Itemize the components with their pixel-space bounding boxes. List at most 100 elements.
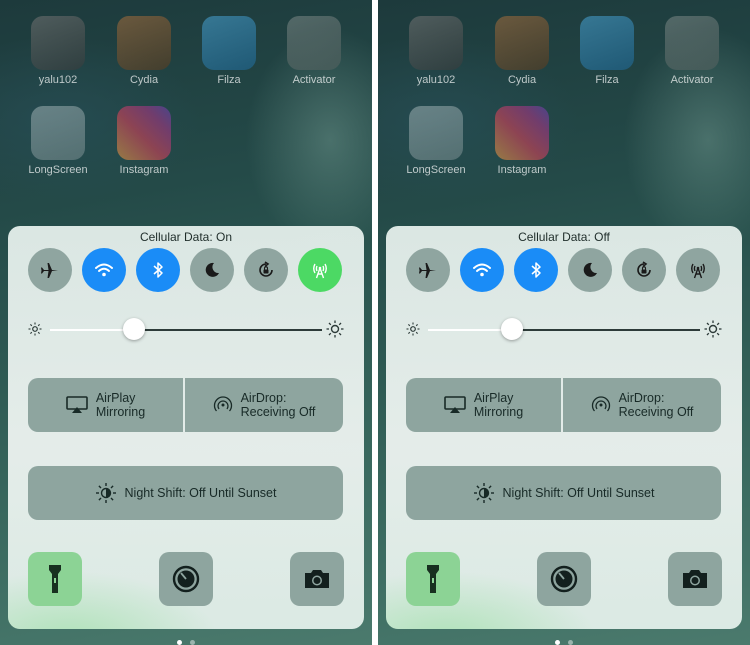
bluetooth-toggle[interactable]	[514, 248, 558, 292]
airplay-label-line1: AirPlay	[473, 391, 514, 405]
night-shift-button[interactable]: Night Shift: Off Until Sunset	[28, 466, 343, 520]
app-instagram[interactable]: Instagram	[106, 106, 182, 176]
filza-app-icon	[202, 16, 256, 70]
timer-button[interactable]	[537, 552, 591, 606]
night-shift-icon	[95, 483, 116, 503]
cydia-app-icon	[495, 16, 549, 70]
airplane-icon	[419, 263, 436, 278]
flashlight-icon	[49, 565, 61, 593]
airdrop-label-line2: Receiving Off	[240, 405, 316, 419]
brightness-low-icon	[406, 322, 420, 336]
cellular-data-status: Cellular Data: Off	[518, 230, 610, 244]
page-dot-active	[554, 640, 560, 645]
app-yalu102[interactable]: yalu102	[20, 16, 96, 86]
app-activator[interactable]: Activator	[654, 16, 730, 86]
app-label: Filza	[595, 74, 619, 86]
airplay-label: AirPlay Mirroring	[474, 391, 523, 419]
timer-icon	[172, 565, 200, 593]
timer-button[interactable]	[159, 552, 213, 606]
app-filza[interactable]: Filza	[569, 16, 645, 86]
cellular-data-toggle[interactable]	[298, 248, 342, 292]
airplay-mirroring-button[interactable]: AirPlay Mirroring	[28, 378, 183, 432]
airdrop-label-line1: AirDrop:	[240, 391, 287, 405]
brightness-low-icon	[28, 322, 42, 336]
airplane-mode-toggle[interactable]	[406, 248, 450, 292]
longscreen-app-icon	[409, 106, 463, 160]
airdrop-label-line2: Receiving Off	[618, 405, 694, 419]
screen-cellular-off: yalu102 Cydia Filza Activator LongScreen…	[378, 0, 750, 645]
screen-cellular-on: yalu102 Cydia Filza Activator LongScreen…	[0, 0, 372, 645]
app-label: Cydia	[129, 74, 159, 86]
night-shift-label: Night Shift: Off Until Sunset	[502, 486, 655, 500]
airdrop-label-line1: AirDrop:	[618, 391, 665, 405]
app-cydia[interactable]: Cydia	[484, 16, 560, 86]
app-longscreen[interactable]: LongScreen	[20, 106, 96, 176]
airplay-icon	[66, 396, 88, 413]
app-activator[interactable]: Activator	[276, 16, 352, 86]
brightness-fill	[50, 329, 135, 331]
rotation-lock-icon	[637, 261, 651, 277]
airdrop-button[interactable]: AirDrop: Receiving Off	[563, 378, 721, 432]
control-center-panel: Cellular Data: On AirPlay Mirroring AirD…	[8, 226, 364, 629]
airdrop-label: AirDrop: Receiving Off	[241, 391, 316, 419]
moon-icon	[205, 262, 219, 277]
night-shift-label: Night Shift: Off Until Sunset	[124, 486, 277, 500]
camera-button[interactable]	[290, 552, 344, 606]
app-label: LongScreen	[406, 164, 466, 176]
airplane-icon	[41, 263, 58, 278]
brightness-track	[50, 318, 322, 340]
timer-icon	[550, 565, 578, 593]
brightness-slider[interactable]	[28, 318, 344, 342]
app-label: yalu102	[38, 74, 78, 86]
app-label: Filza	[217, 74, 241, 86]
brightness-track	[428, 318, 700, 340]
do-not-disturb-toggle[interactable]	[190, 248, 234, 292]
yalu102-app-icon	[409, 16, 463, 70]
brightness-high-icon	[704, 320, 722, 338]
do-not-disturb-toggle[interactable]	[568, 248, 612, 292]
longscreen-app-icon	[31, 106, 85, 160]
app-label: Activator	[670, 74, 714, 86]
flashlight-button[interactable]	[28, 552, 82, 606]
bluetooth-icon	[531, 262, 541, 278]
yalu102-app-icon	[31, 16, 85, 70]
brightness-high-icon	[326, 320, 344, 338]
app-label: Instagram	[497, 164, 547, 176]
airplay-label: AirPlay Mirroring	[96, 391, 145, 419]
airdrop-icon	[213, 396, 232, 412]
app-cydia[interactable]: Cydia	[106, 16, 182, 86]
airdrop-label: AirDrop: Receiving Off	[619, 391, 694, 419]
rotation-lock-toggle[interactable]	[244, 248, 288, 292]
page-dot	[190, 640, 196, 645]
wifi-toggle[interactable]	[82, 248, 126, 292]
rotation-lock-toggle[interactable]	[622, 248, 666, 292]
night-shift-button[interactable]: Night Shift: Off Until Sunset	[406, 466, 721, 520]
wifi-toggle[interactable]	[460, 248, 504, 292]
app-yalu102[interactable]: yalu102	[398, 16, 474, 86]
airplay-mirroring-button[interactable]: AirPlay Mirroring	[406, 378, 561, 432]
app-label: Activator	[292, 74, 336, 86]
brightness-knob[interactable]	[501, 318, 524, 340]
brightness-knob[interactable]	[123, 318, 146, 340]
brightness-slider[interactable]	[406, 318, 722, 342]
wifi-icon	[473, 263, 491, 277]
activator-app-icon	[287, 16, 341, 70]
airdrop-button[interactable]: AirDrop: Receiving Off	[185, 378, 343, 432]
brightness-fill	[428, 329, 513, 331]
cellular-data-toggle[interactable]	[676, 248, 720, 292]
wifi-icon	[95, 263, 113, 277]
airplane-mode-toggle[interactable]	[28, 248, 72, 292]
night-shift-icon	[473, 483, 494, 503]
camera-button[interactable]	[668, 552, 722, 606]
cydia-app-icon	[117, 16, 171, 70]
rotation-lock-icon	[259, 261, 273, 277]
app-filza[interactable]: Filza	[191, 16, 267, 86]
app-longscreen[interactable]: LongScreen	[398, 106, 474, 176]
flashlight-icon	[427, 565, 439, 593]
app-instagram[interactable]: Instagram	[484, 106, 560, 176]
flashlight-button[interactable]	[406, 552, 460, 606]
instagram-app-icon	[495, 106, 549, 160]
activator-app-icon	[665, 16, 719, 70]
airplay-icon	[444, 396, 466, 413]
bluetooth-toggle[interactable]	[136, 248, 180, 292]
